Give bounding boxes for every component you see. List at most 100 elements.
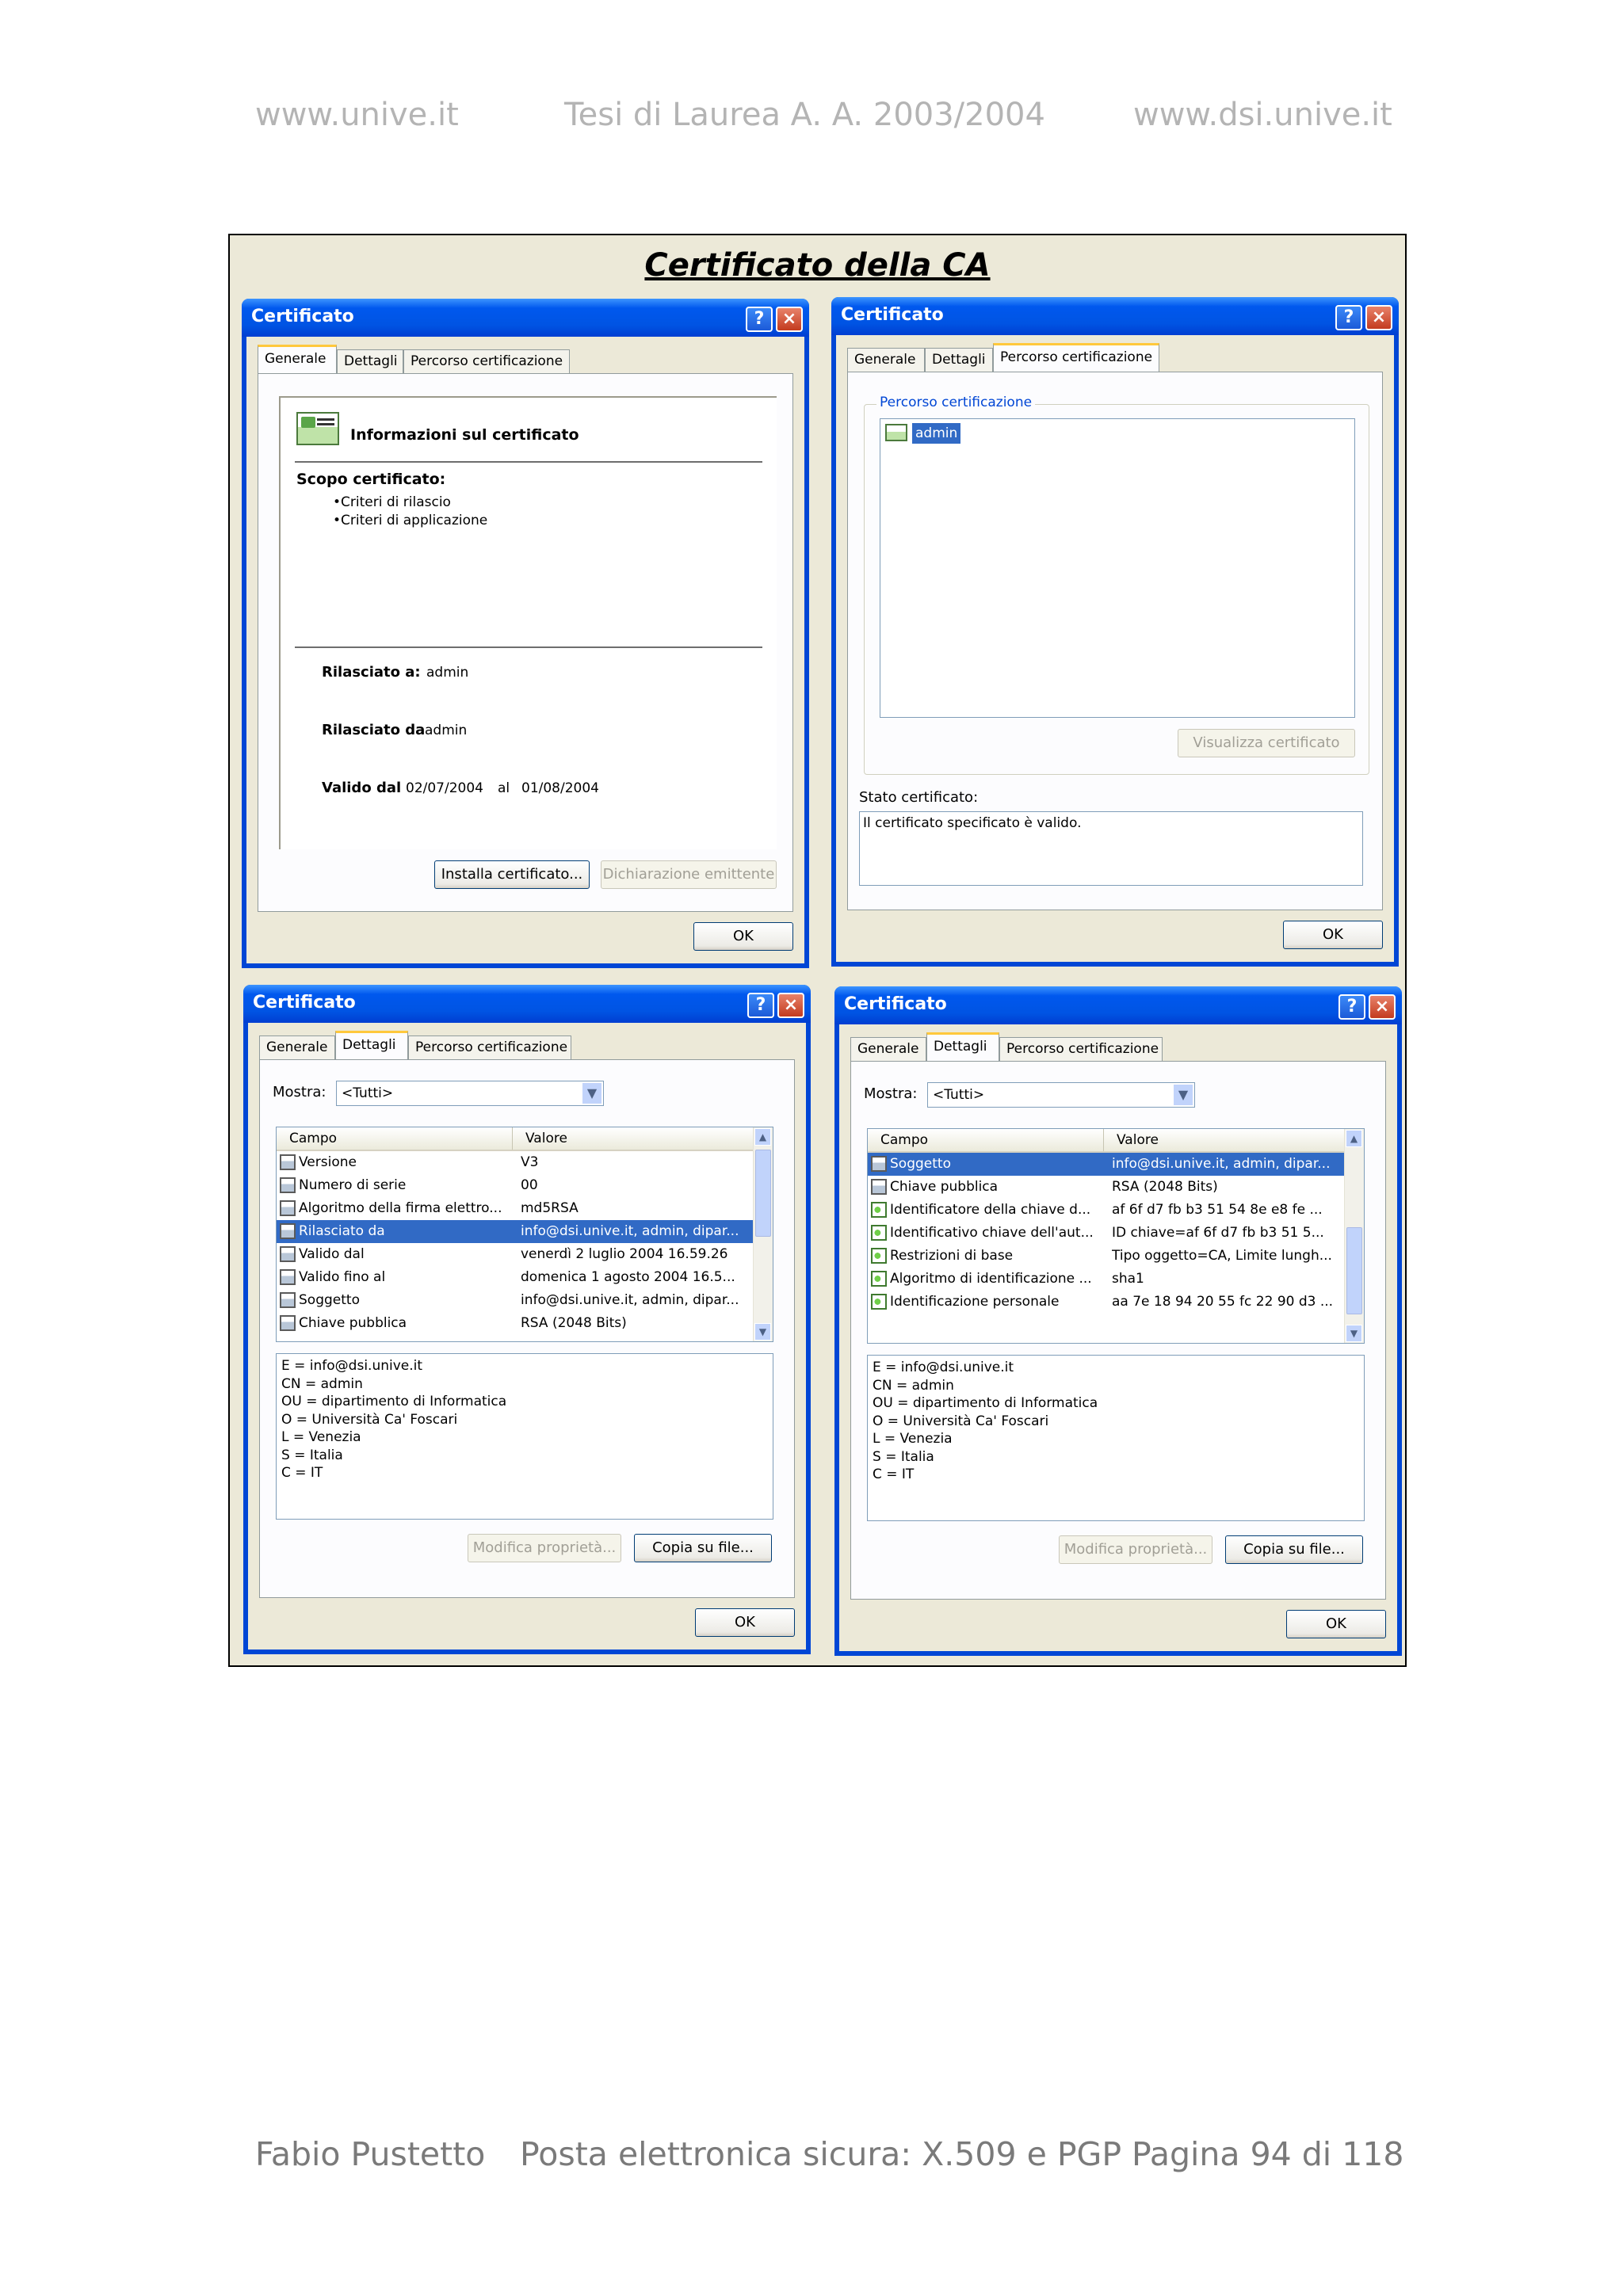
list-item[interactable]: Valido dal venerdì 2 luglio 2004 16.59.26 xyxy=(277,1243,755,1266)
tab-details[interactable]: Dettagli xyxy=(335,1031,408,1059)
status-text: Il certificato specificato è valido. xyxy=(863,815,1082,831)
valid-from-label: Valido dal xyxy=(322,780,402,796)
certificate-field-icon xyxy=(280,1315,296,1331)
certificate-field-icon xyxy=(280,1177,296,1193)
scroll-down-arrow-icon[interactable]: ▼ xyxy=(754,1323,771,1341)
list-header: Campo Valore xyxy=(868,1129,1346,1153)
scrollbar[interactable]: ▲ ▼ xyxy=(753,1127,773,1341)
list-item[interactable]: Identificativo chiave dell'aut... ID chia… xyxy=(868,1222,1346,1245)
list-item[interactable]: Algoritmo della firma elettro... md5RSA xyxy=(277,1197,755,1220)
tab-general[interactable]: Generale xyxy=(259,1035,335,1059)
edit-properties-button[interactable]: Modifica proprietà... xyxy=(468,1534,621,1562)
field-name: Identificazione personale xyxy=(890,1294,1060,1310)
tab-general[interactable]: Generale xyxy=(850,1037,926,1061)
figure-frame: Certificato della CA Certificato ? × Gen… xyxy=(228,234,1407,1667)
ok-button[interactable]: OK xyxy=(1286,1610,1386,1638)
edit-properties-button[interactable]: Modifica proprietà... xyxy=(1059,1535,1212,1564)
field-name: Soggetto xyxy=(890,1156,951,1172)
detail-line: OU = dipartimento di Informatica xyxy=(873,1395,1098,1411)
field-value: domenica 1 agosto 2004 16.5... xyxy=(521,1269,735,1285)
certificate-icon xyxy=(885,424,907,441)
field-name: Soggetto xyxy=(299,1292,360,1308)
field-name: Versione xyxy=(299,1154,357,1170)
chevron-down-icon[interactable]: ▼ xyxy=(582,1082,602,1104)
tab-general[interactable]: Generale xyxy=(258,345,337,373)
show-dropdown[interactable]: <Tutti> ▼ xyxy=(927,1082,1195,1108)
list-item[interactable]: Chiave pubblica RSA (2048 Bits) xyxy=(277,1312,755,1335)
dialog-title: Certificato xyxy=(251,307,354,326)
list-item[interactable]: Numero di serie 00 xyxy=(277,1174,755,1197)
close-button[interactable]: × xyxy=(1365,305,1392,330)
help-button[interactable]: ? xyxy=(746,307,773,332)
certificate-field-icon xyxy=(871,1179,887,1195)
path-group-label: Percorso certificazione xyxy=(876,395,1036,410)
list-item[interactable]: Rilasciato da info@dsi.unive.it, admin, d… xyxy=(277,1220,755,1243)
tab-details[interactable]: Dettagli xyxy=(926,1032,999,1061)
field-value: info@dsi.unive.it, admin, dipar... xyxy=(521,1292,739,1308)
valid-to-value: 01/08/2004 xyxy=(521,780,599,796)
certificate-extension-icon xyxy=(871,1294,887,1310)
certificate-field-icon xyxy=(280,1154,296,1170)
tab-certification-path[interactable]: Percorso certificazione xyxy=(403,349,570,373)
info-heading: Informazioni sul certificato xyxy=(350,426,579,444)
column-header-field[interactable]: Campo xyxy=(277,1127,513,1150)
close-button[interactable]: × xyxy=(777,993,804,1018)
ok-button[interactable]: OK xyxy=(695,1608,795,1637)
list-item[interactable]: Soggetto info@dsi.unive.it, admin, dipar.… xyxy=(277,1289,755,1312)
show-label: Mostra: xyxy=(273,1084,327,1100)
tab-certification-path[interactable]: Percorso certificazione xyxy=(408,1035,571,1059)
issuer-statement-button[interactable]: Dichiarazione emittente xyxy=(601,860,777,889)
view-certificate-button[interactable]: Visualizza certificato xyxy=(1178,729,1355,757)
field-detail-box[interactable]: E = info@dsi.unive.it CN = admin OU = dipa… xyxy=(867,1355,1365,1521)
list-item[interactable]: Soggetto info@dsi.unive.it, admin, dipar.… xyxy=(868,1153,1346,1176)
ok-button[interactable]: OK xyxy=(693,922,793,951)
fields-list[interactable]: Campo Valore Versione V3 Numero di serie 00… xyxy=(276,1127,773,1342)
field-detail-box[interactable]: E = info@dsi.unive.it CN = admin OU = dipa… xyxy=(276,1353,773,1520)
tab-details[interactable]: Dettagli xyxy=(925,348,993,372)
column-header-field[interactable]: Campo xyxy=(868,1129,1104,1151)
scroll-up-arrow-icon[interactable]: ▲ xyxy=(754,1128,771,1146)
fields-list[interactable]: Campo Valore Soggetto info@dsi.unive.it, … xyxy=(867,1128,1365,1344)
column-header-value[interactable]: Valore xyxy=(513,1127,755,1150)
detail-line: L = Venezia xyxy=(873,1431,953,1447)
show-label: Mostra: xyxy=(864,1085,918,1102)
tab-general[interactable]: Generale xyxy=(847,348,925,372)
column-header-value[interactable]: Valore xyxy=(1104,1129,1346,1151)
list-item[interactable]: Chiave pubblica RSA (2048 Bits) xyxy=(868,1176,1346,1199)
path-tree[interactable]: admin xyxy=(880,418,1355,718)
certificate-extension-icon xyxy=(871,1225,887,1241)
field-value: md5RSA xyxy=(521,1200,579,1216)
scroll-up-arrow-icon[interactable]: ▲ xyxy=(1346,1130,1362,1147)
list-item[interactable]: Algoritmo di identificazione ... sha1 xyxy=(868,1268,1346,1291)
help-button[interactable]: ? xyxy=(1335,305,1362,330)
show-dropdown[interactable]: <Tutti> ▼ xyxy=(336,1081,604,1106)
list-item[interactable]: Versione V3 xyxy=(277,1151,755,1174)
field-name-cell: Chiave pubblica xyxy=(871,1176,1109,1199)
copy-to-file-button[interactable]: Copia su file... xyxy=(1225,1535,1363,1564)
chevron-down-icon[interactable]: ▼ xyxy=(1173,1084,1193,1106)
path-node-admin[interactable]: admin xyxy=(912,423,961,444)
close-button[interactable]: × xyxy=(1369,994,1396,1020)
tab-details[interactable]: Dettagli xyxy=(337,349,403,373)
scroll-thumb[interactable] xyxy=(755,1150,771,1237)
scroll-down-arrow-icon[interactable]: ▼ xyxy=(1346,1325,1362,1342)
dialog-body: Generale Dettagli Percorso certificazion… xyxy=(246,337,804,963)
list-item[interactable]: Restrizioni di base Tipo oggetto=CA, Limi… xyxy=(868,1245,1346,1268)
tab-panel-path: Percorso certificazione admin Visualizza… xyxy=(847,372,1383,910)
copy-to-file-button[interactable]: Copia su file... xyxy=(634,1534,772,1562)
scroll-thumb[interactable] xyxy=(1346,1227,1362,1314)
close-button[interactable]: × xyxy=(776,307,803,332)
help-button[interactable]: ? xyxy=(1338,994,1365,1020)
ok-button[interactable]: OK xyxy=(1283,921,1383,949)
list-item[interactable]: Valido fino al domenica 1 agosto 2004 16.… xyxy=(277,1266,755,1289)
detail-line: O = Università Ca' Foscari xyxy=(873,1413,1049,1429)
show-dropdown-value: <Tutti> xyxy=(342,1085,394,1101)
tab-certification-path[interactable]: Percorso certificazione xyxy=(999,1037,1163,1061)
tab-certification-path[interactable]: Percorso certificazione xyxy=(993,343,1159,372)
scrollbar[interactable]: ▲ ▼ xyxy=(1344,1129,1364,1343)
list-item[interactable]: Identificatore della chiave d... af 6f d7… xyxy=(868,1199,1346,1222)
help-button[interactable]: ? xyxy=(747,993,774,1018)
list-item[interactable]: Identificazione personale aa 7e 18 94 20 … xyxy=(868,1291,1346,1314)
divider xyxy=(295,646,762,648)
install-certificate-button[interactable]: Installa certificato... xyxy=(434,860,590,889)
